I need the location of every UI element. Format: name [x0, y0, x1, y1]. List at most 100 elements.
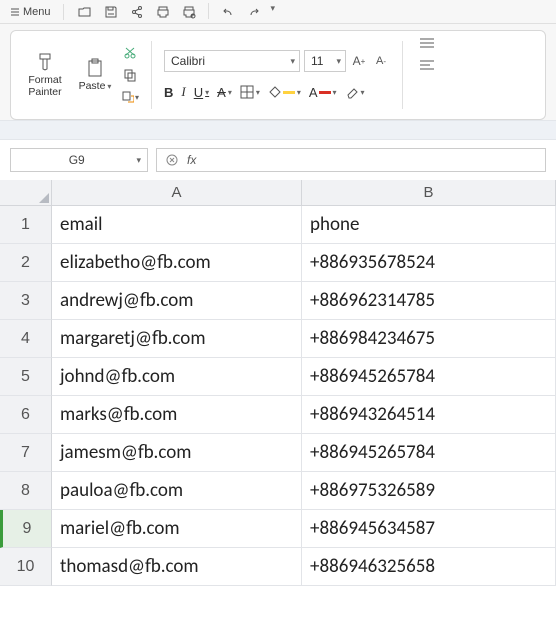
cell[interactable]: +886975326589	[302, 472, 556, 510]
cell[interactable]: marks@fb.com	[52, 396, 302, 434]
separator	[63, 4, 64, 20]
print-preview-button[interactable]	[180, 3, 198, 21]
row-header[interactable]: 6	[0, 396, 52, 434]
borders-button[interactable]: ▾	[240, 85, 260, 99]
cell[interactable]: +886946325658	[302, 548, 556, 586]
strikethrough-button[interactable]: A▾	[217, 85, 232, 100]
cell[interactable]: +886945265784	[302, 358, 556, 396]
cell[interactable]: +886945265784	[302, 434, 556, 472]
eraser-icon	[345, 85, 359, 99]
cell[interactable]: +886935678524	[302, 244, 556, 282]
chevron-down-icon: ▾	[336, 56, 341, 67]
format-painter-label: Format Painter	[28, 75, 61, 98]
align-button[interactable]	[415, 59, 439, 71]
print-button[interactable]	[154, 3, 172, 21]
cell[interactable]: +886984234675	[302, 320, 556, 358]
cell[interactable]: jamesm@fb.com	[52, 434, 302, 472]
wrap-text-button[interactable]	[415, 37, 439, 49]
cut-button[interactable]	[121, 44, 139, 62]
chevron-down-icon: ▾	[361, 88, 365, 97]
chevron-down-icon: ▾	[297, 88, 301, 97]
paintbrush-icon	[34, 51, 56, 73]
menu-label: Menu	[23, 6, 51, 18]
triangle-icon	[39, 193, 49, 203]
decrease-font-button[interactable]: A-	[372, 52, 390, 70]
copy-button[interactable]	[121, 66, 139, 84]
column-header-a[interactable]: A	[52, 180, 302, 206]
font-size-select[interactable]: 11 ▾	[304, 50, 346, 72]
table-row: 6marks@fb.com+886943264514	[0, 396, 556, 434]
cell[interactable]: email	[52, 206, 302, 244]
row-header[interactable]: 2	[0, 244, 52, 282]
increase-font-button[interactable]: A+	[350, 52, 368, 70]
rows-container: 1emailphone 2elizabetho@fb.com+8869356785…	[0, 206, 556, 586]
undo-icon	[221, 5, 235, 19]
open-button[interactable]	[76, 3, 94, 21]
cell[interactable]: johnd@fb.com	[52, 358, 302, 396]
name-box-value: G9	[69, 153, 85, 167]
cell[interactable]: andrewj@fb.com	[52, 282, 302, 320]
chevron-down-icon: ▾	[135, 93, 139, 102]
format-painter-button[interactable]: Format Painter	[21, 51, 69, 98]
align-icon	[419, 59, 435, 71]
paste-button[interactable]: Paste▾	[75, 58, 115, 92]
select-all-corner[interactable]	[0, 180, 52, 206]
redo-icon	[247, 5, 261, 19]
chevron-down-icon: ▾	[107, 82, 111, 91]
cell[interactable]: pauloa@fb.com	[52, 472, 302, 510]
cell[interactable]: mariel@fb.com	[52, 510, 302, 548]
cell[interactable]: +886962314785	[302, 282, 556, 320]
separator	[208, 3, 209, 19]
underline-button[interactable]: U▾	[194, 85, 209, 100]
row-header[interactable]: 9	[0, 510, 52, 548]
row-header[interactable]: 3	[0, 282, 52, 320]
tab-strip	[0, 120, 556, 140]
chevron-down-icon: ▾	[290, 56, 295, 67]
group-separator	[402, 41, 403, 109]
font-name-select[interactable]: Calibri ▾	[164, 50, 300, 72]
menu-button[interactable]: Menu	[6, 4, 55, 20]
font-group: Calibri ▾ 11 ▾ A+ A- B I U▾ A▾ ▾ ▾ A▾ ▾	[164, 37, 390, 113]
redo-button[interactable]	[245, 3, 263, 21]
fill-color-button[interactable]: ▾	[268, 85, 301, 99]
scissors-icon	[123, 46, 137, 60]
cell[interactable]: +886945634587	[302, 510, 556, 548]
qat-more-button[interactable]: ▾	[271, 3, 276, 21]
bold-button[interactable]: B	[164, 85, 173, 100]
group-separator	[151, 41, 152, 109]
cell[interactable]: elizabetho@fb.com	[52, 244, 302, 282]
cell[interactable]: margaretj@fb.com	[52, 320, 302, 358]
cell[interactable]: thomasd@fb.com	[52, 548, 302, 586]
paste-label: Paste	[79, 80, 106, 92]
format-button[interactable]: ▾	[121, 88, 139, 106]
save-icon	[104, 5, 118, 19]
formula-bar[interactable]: fx	[156, 148, 546, 172]
font-color-button[interactable]: A▾	[309, 85, 337, 100]
table-row: 5johnd@fb.com+886945265784	[0, 358, 556, 396]
share-button[interactable]	[128, 3, 146, 21]
italic-button[interactable]: I	[181, 84, 185, 100]
print-preview-icon	[182, 5, 196, 19]
row-header[interactable]: 1	[0, 206, 52, 244]
clipboard-icon	[85, 58, 105, 78]
clear-format-button[interactable]: ▾	[345, 85, 365, 99]
row-header[interactable]: 8	[0, 472, 52, 510]
save-button[interactable]	[102, 3, 120, 21]
chevron-down-icon: ▾	[205, 88, 209, 97]
chevron-down-icon: ▾	[228, 88, 232, 97]
fx-icon: fx	[187, 153, 196, 167]
column-header-b[interactable]: B	[302, 180, 556, 206]
row-header[interactable]: 4	[0, 320, 52, 358]
column-header-row: A B	[0, 180, 556, 206]
font-size-value: 11	[311, 54, 323, 68]
name-box[interactable]: G9 ▾	[10, 148, 148, 172]
cell[interactable]: +886943264514	[302, 396, 556, 434]
table-row: 3andrewj@fb.com+886962314785	[0, 282, 556, 320]
undo-button[interactable]	[219, 3, 237, 21]
cell[interactable]: phone	[302, 206, 556, 244]
row-header[interactable]: 5	[0, 358, 52, 396]
folder-open-icon	[78, 5, 92, 19]
row-header[interactable]: 7	[0, 434, 52, 472]
clipboard-group: Format Painter Paste▾ ▾	[21, 37, 139, 113]
row-header[interactable]: 10	[0, 548, 52, 586]
